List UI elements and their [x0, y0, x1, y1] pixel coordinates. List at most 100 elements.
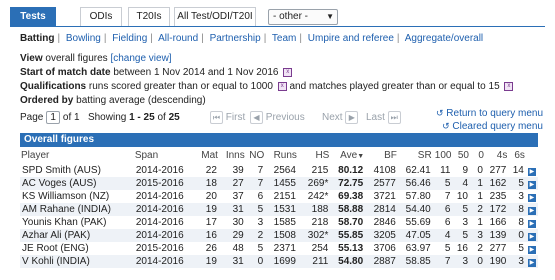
- table-cell: 162: [484, 177, 509, 190]
- remove-filter-icon[interactable]: x: [504, 81, 514, 91]
- nav-all-round[interactable]: All-round: [158, 33, 198, 44]
- table-cell: 20: [194, 190, 219, 203]
- player-link[interactable]: Younis Khan (PAK): [20, 216, 134, 229]
- col-header[interactable]: 0: [470, 147, 485, 164]
- table-cell: 56.46: [397, 177, 433, 190]
- start-date-info: Start of match date between 1 Nov 2014 a…: [20, 67, 293, 78]
- table-cell: 16: [194, 229, 219, 242]
- col-header[interactable]: Inns: [219, 147, 246, 164]
- pager-info: Page 1 of 1 Showing 1 - 25 of 25: [20, 111, 180, 124]
- previous-page-button[interactable]: ◀ Previous: [250, 111, 305, 124]
- nav-aggregate[interactable]: Aggregate/overall: [405, 33, 483, 44]
- change-view-link[interactable]: [change view]: [110, 53, 171, 64]
- table-cell: 72.75: [330, 177, 366, 190]
- player-link[interactable]: SPD Smith (AUS): [20, 164, 134, 177]
- nav-batting[interactable]: Batting: [20, 33, 54, 44]
- row-detail-button[interactable]: ▶: [525, 177, 538, 190]
- tab-all-formats[interactable]: All Test/ODI/T20I: [174, 7, 256, 26]
- return-arrow-icon: ↺: [435, 108, 444, 118]
- col-header-sorted[interactable]: Ave▼: [330, 147, 365, 164]
- row-detail-button[interactable]: ▶: [525, 242, 538, 255]
- player-link[interactable]: Azhar Ali (PAK): [20, 229, 134, 242]
- nav-umpire-referee[interactable]: Umpire and referee: [308, 33, 394, 44]
- col-header[interactable]: 4s: [485, 147, 508, 164]
- col-header[interactable]: 100: [433, 147, 453, 164]
- col-header[interactable]: NO: [246, 147, 266, 164]
- col-header[interactable]: Mat: [194, 147, 219, 164]
- table-cell: 2151: [265, 190, 298, 203]
- table-cell: 218: [297, 216, 331, 229]
- table-cell: 3: [452, 216, 470, 229]
- table-cell: 26: [194, 242, 219, 255]
- col-header[interactable]: SR: [398, 147, 433, 164]
- table-cell: 5: [508, 242, 526, 255]
- nav-fielding[interactable]: Fielding: [112, 33, 147, 44]
- row-detail-button[interactable]: ▶: [525, 229, 538, 242]
- tab-t20is[interactable]: T20Is: [128, 7, 170, 26]
- col-header[interactable]: Span: [134, 147, 194, 164]
- table-cell: 1699: [265, 255, 298, 268]
- table-cell: 2887: [365, 255, 398, 268]
- return-query-link[interactable]: ↺ Return to query menu: [436, 107, 543, 120]
- table-row: AM Rahane (INDIA) 2014-2016 19 31 5 1531 188 58…: [20, 203, 538, 216]
- player-link[interactable]: JE Root (ENG): [20, 242, 134, 255]
- first-page-button[interactable]: ⏮ First: [210, 111, 245, 124]
- remove-filter-icon[interactable]: x: [277, 81, 287, 91]
- table-cell: 22: [194, 164, 219, 177]
- table-cell: 3: [508, 190, 526, 203]
- table-cell: 3721: [365, 190, 398, 203]
- row-detail-button[interactable]: ▶: [525, 190, 538, 203]
- format-select[interactable]: - other - ▼: [268, 9, 338, 25]
- col-header[interactable]: BF: [365, 147, 398, 164]
- row-detail-button[interactable]: ▶: [525, 203, 538, 216]
- table-cell: 2015-2016: [133, 242, 195, 255]
- play-arrow-icon: ▶: [527, 194, 536, 202]
- table-cell: 6: [432, 203, 453, 216]
- nav-bowling[interactable]: Bowling: [66, 33, 101, 44]
- player-link[interactable]: V Kohli (INDIA): [20, 255, 134, 268]
- table-cell: 57.80: [397, 190, 433, 203]
- col-header[interactable]: 50: [452, 147, 470, 164]
- col-header[interactable]: Runs: [265, 147, 298, 164]
- nav-partnership[interactable]: Partnership: [210, 33, 261, 44]
- table-cell: 55.85: [330, 229, 366, 242]
- table-cell: 235: [484, 190, 509, 203]
- query-menu-links: ↺ Return to query menu ↺ Cleared query m…: [436, 107, 543, 133]
- col-header[interactable]: HS: [298, 147, 330, 164]
- tab-odis[interactable]: ODIs: [80, 7, 122, 26]
- row-detail-button[interactable]: ▶: [525, 164, 538, 177]
- player-link[interactable]: AC Voges (AUS): [20, 177, 134, 190]
- nav-team[interactable]: Team: [272, 33, 296, 44]
- table-row: SPD Smith (AUS) 2014-2016 22 39 7 2564 215 80.1…: [20, 164, 538, 177]
- table-cell: 2564: [265, 164, 298, 177]
- row-detail-button[interactable]: ▶: [525, 255, 538, 268]
- table-cell: 63.97: [397, 242, 433, 255]
- remove-filter-icon[interactable]: x: [283, 67, 293, 77]
- table-cell: 3: [508, 255, 526, 268]
- table-cell: 2015-2016: [133, 177, 195, 190]
- tab-tests[interactable]: Tests: [10, 7, 56, 26]
- cleared-query-link[interactable]: ↺ Cleared query menu: [436, 120, 543, 133]
- play-arrow-icon: ▶: [527, 207, 536, 215]
- table-cell: 1508: [265, 229, 298, 242]
- table-cell: 80.12: [330, 164, 366, 177]
- table-cell: 188: [297, 203, 331, 216]
- table-cell: 211: [297, 255, 331, 268]
- table-cell: 69.38: [330, 190, 366, 203]
- player-link[interactable]: KS Williamson (NZ): [20, 190, 134, 203]
- table-row: KS Williamson (NZ) 2014-2016 20 37 6 2151 242*…: [20, 190, 538, 203]
- table-cell: 58.88: [330, 203, 366, 216]
- last-page-button[interactable]: Last ⏭: [366, 111, 401, 124]
- table-cell: 7: [432, 190, 453, 203]
- next-page-button[interactable]: Next ▶: [322, 111, 359, 124]
- player-link[interactable]: AM Rahane (INDIA): [20, 203, 134, 216]
- table-cell: 269*: [297, 177, 331, 190]
- table-cell: 1585: [265, 216, 298, 229]
- table-cell: 2: [470, 203, 485, 216]
- row-detail-button[interactable]: ▶: [525, 216, 538, 229]
- play-arrow-icon: ▶: [527, 220, 536, 228]
- col-header[interactable]: Player: [20, 147, 134, 164]
- table-cell: 3: [245, 216, 266, 229]
- col-header[interactable]: 6s: [508, 147, 526, 164]
- page-number-input[interactable]: 1: [46, 111, 61, 124]
